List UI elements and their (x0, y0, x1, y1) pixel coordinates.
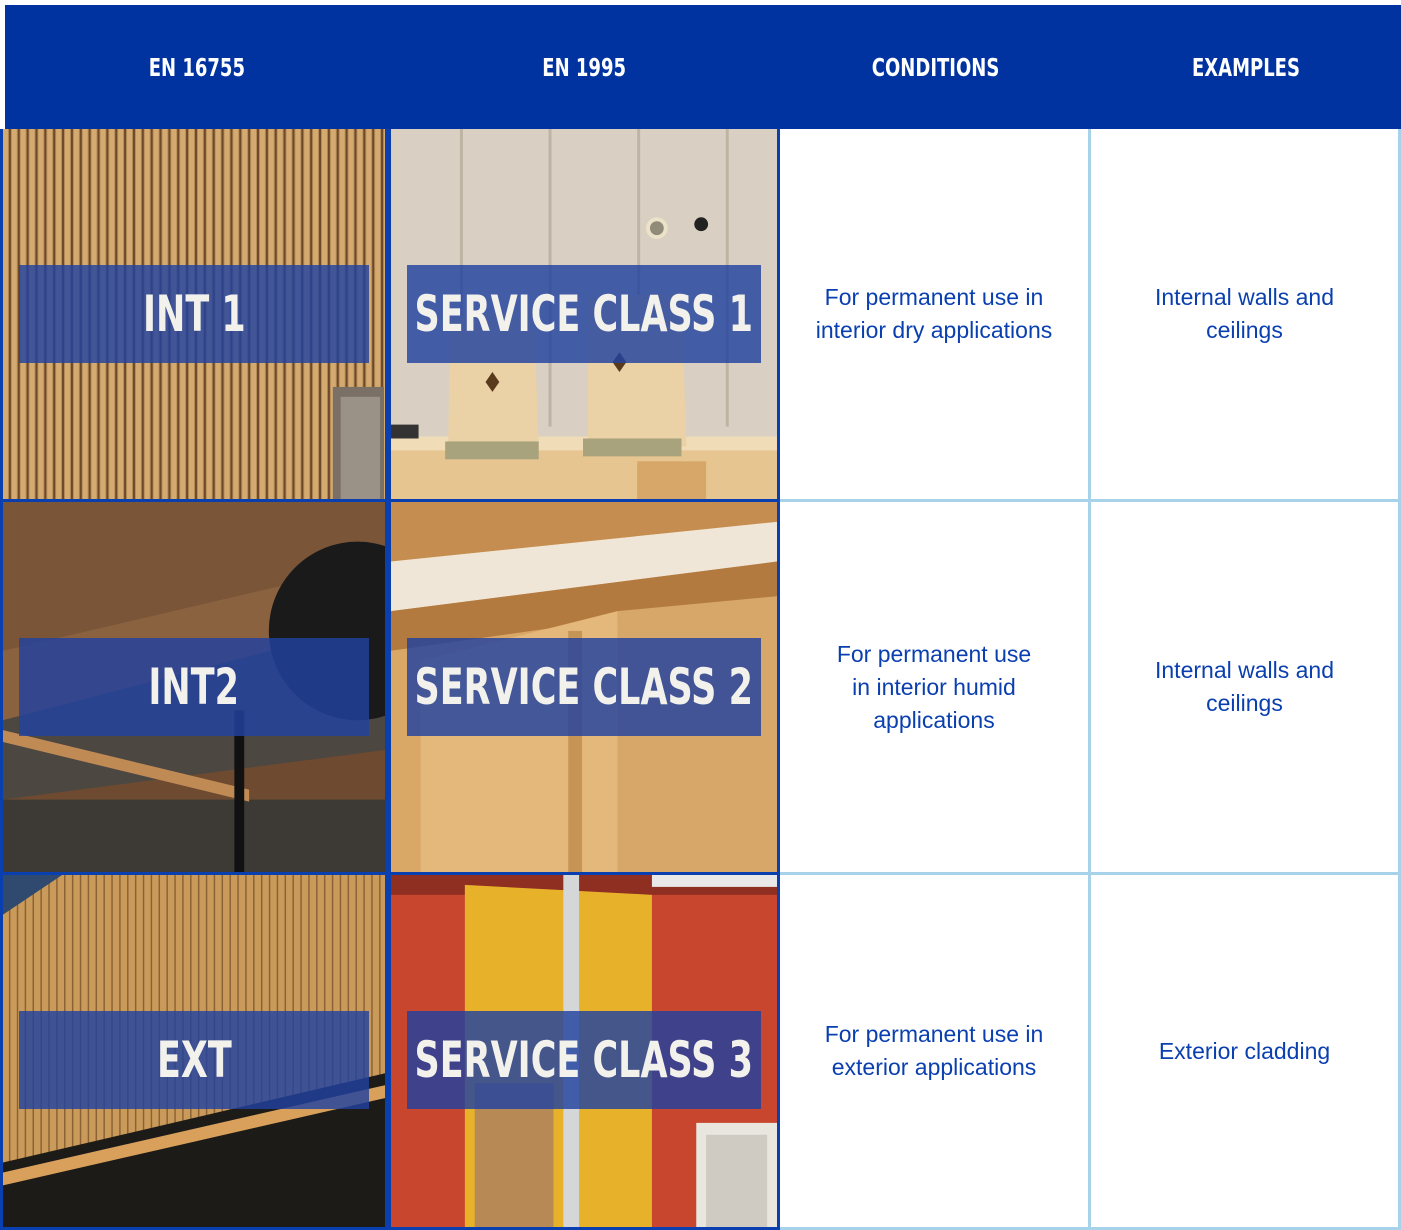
int2-label: INT2 (148, 658, 240, 716)
examples-text-row1: Internal walls and ceilings (1155, 284, 1334, 343)
int1-overlay: INT 1 (19, 265, 369, 363)
conditions-text-row3: For permanent use in exterior applicatio… (824, 1021, 1044, 1080)
service-class-3-label: SERVICE CLASS 3 (414, 1031, 754, 1089)
header-cell-examples: EXAMPLES (1091, 0, 1401, 129)
examples-text-row2: Internal walls and ceilings (1155, 657, 1334, 716)
service-class-3-photo-cell: SERVICE CLASS 3 (388, 875, 780, 1230)
header-cell-en1995: EN 1995 (388, 0, 780, 129)
header-en16755-label: EN 16755 (148, 52, 245, 82)
classification-table: EN 16755 EN 1995 CONDITIONS EXAMPLES INT… (0, 0, 1401, 1230)
ext-overlay: EXT (19, 1011, 369, 1109)
service-class-1-photo-cell: SERVICE CLASS 1 (388, 129, 780, 502)
header-cell-conditions: CONDITIONS (780, 0, 1091, 129)
header-conditions-label: CONDITIONS (871, 52, 1000, 82)
conditions-cell-row2: For permanent use in interior humid appl… (780, 502, 1091, 875)
service-class-2-photo-cell: SERVICE CLASS 2 (388, 502, 780, 875)
header-cell-en16755: EN 16755 (0, 0, 388, 129)
examples-cell-row3: Exterior cladding (1091, 875, 1401, 1230)
ext-label: EXT (156, 1031, 232, 1089)
int1-label: INT 1 (142, 285, 246, 343)
examples-cell-row2: Internal walls and ceilings (1091, 502, 1401, 875)
conditions-text-row1: For permanent use in interior dry applic… (815, 284, 1053, 343)
service-class-1-label: SERVICE CLASS 1 (414, 285, 754, 343)
examples-cell-row1: Internal walls and ceilings (1091, 129, 1401, 502)
conditions-cell-row3: For permanent use in exterior applicatio… (780, 875, 1091, 1230)
service-class-2-overlay: SERVICE CLASS 2 (407, 638, 761, 736)
conditions-cell-row1: For permanent use in interior dry applic… (780, 129, 1091, 502)
examples-text-row3: Exterior cladding (1158, 1037, 1331, 1064)
int2-overlay: INT2 (19, 638, 369, 736)
int1-photo-cell: INT 1 (0, 129, 388, 502)
service-class-2-label: SERVICE CLASS 2 (414, 658, 754, 716)
ext-photo-cell: EXT (0, 875, 388, 1230)
header-examples-label: EXAMPLES (1192, 52, 1300, 82)
int2-photo-cell: INT2 (0, 502, 388, 875)
service-class-3-overlay: SERVICE CLASS 3 (407, 1011, 761, 1109)
conditions-text-row2: For permanent use in interior humid appl… (836, 640, 1032, 733)
header-en1995-label: EN 1995 (542, 52, 626, 82)
service-class-1-overlay: SERVICE CLASS 1 (407, 265, 761, 363)
